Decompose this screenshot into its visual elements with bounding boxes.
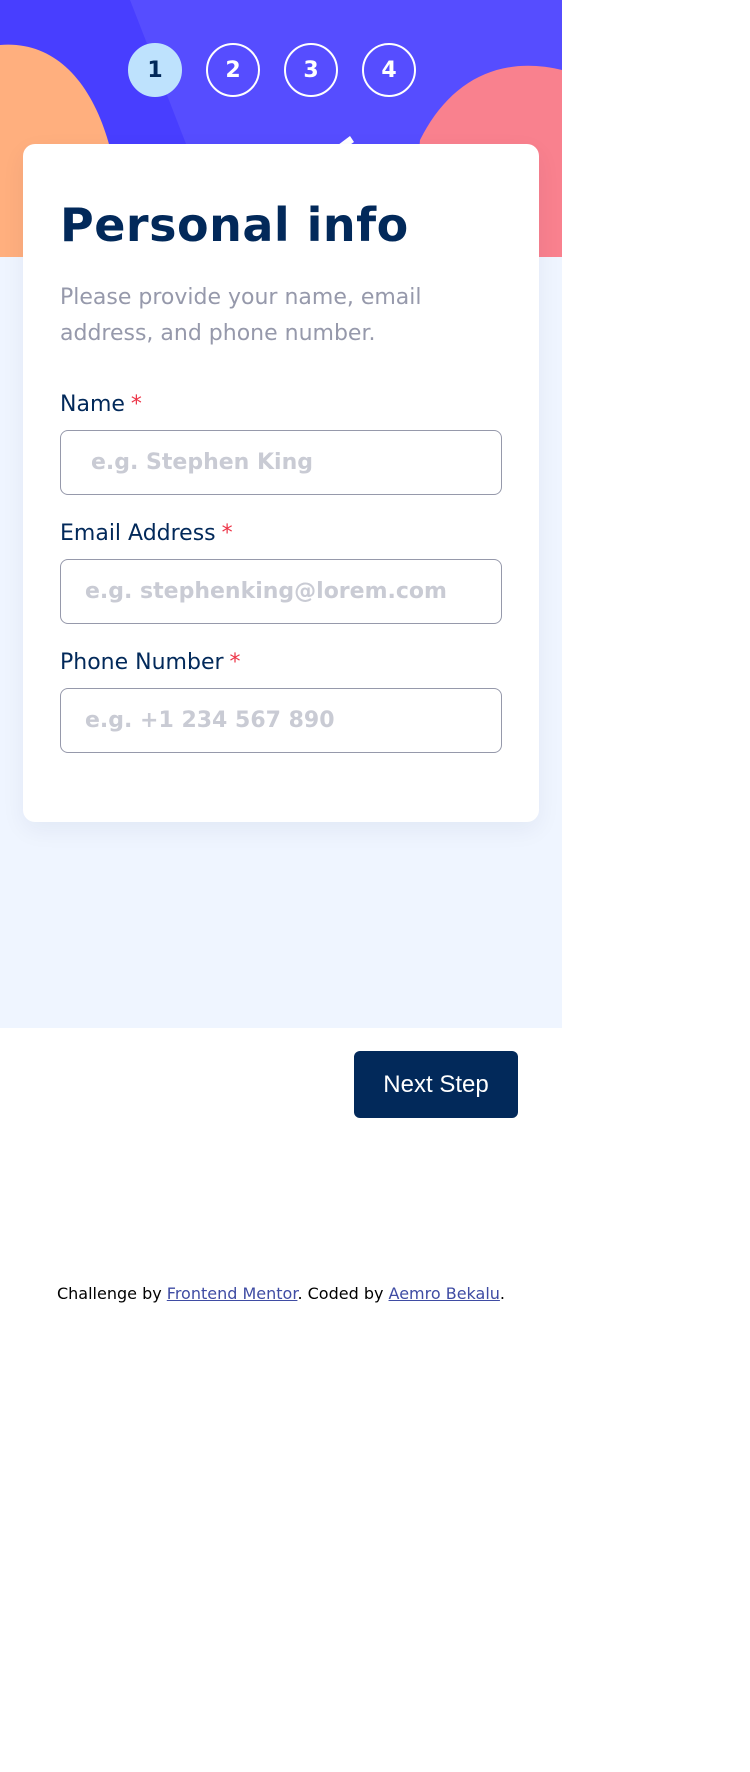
footer-prefix: Challenge by bbox=[56, 1284, 167, 1303]
page-title: Personal info bbox=[60, 198, 409, 252]
email-input[interactable] bbox=[60, 559, 502, 624]
name-field: Name * bbox=[60, 392, 502, 495]
app-container: 1 2 3 4 Personal info Please provide you… bbox=[0, 0, 562, 1028]
step-2-circle[interactable]: 2 bbox=[206, 43, 260, 97]
phone-field: Phone Number * bbox=[60, 650, 502, 753]
phone-label: Phone Number bbox=[60, 650, 224, 675]
name-label-row: Name * bbox=[60, 392, 502, 422]
phone-label-row: Phone Number * bbox=[60, 650, 502, 680]
step-indicator: 1 2 3 4 bbox=[128, 43, 416, 97]
step-3-circle[interactable]: 3 bbox=[284, 43, 338, 97]
step-1-circle[interactable]: 1 bbox=[128, 43, 182, 97]
required-mark: * bbox=[229, 650, 241, 675]
required-mark: * bbox=[130, 392, 142, 417]
phone-input[interactable] bbox=[60, 688, 502, 753]
frontend-mentor-link[interactable]: Frontend Mentor bbox=[167, 1284, 298, 1303]
form-card: Personal info Please provide your name, … bbox=[23, 144, 539, 822]
next-step-button[interactable]: Next Step bbox=[354, 1051, 518, 1118]
name-input[interactable] bbox=[60, 430, 502, 495]
name-label: Name bbox=[60, 392, 125, 417]
page-description: Please provide your name, email address,… bbox=[60, 285, 422, 346]
author-link[interactable]: Aemro Bekalu bbox=[389, 1284, 500, 1303]
footer-middle: . Coded by bbox=[297, 1284, 389, 1303]
email-label: Email Address bbox=[60, 521, 216, 546]
required-mark: * bbox=[221, 521, 233, 546]
step-4-circle[interactable]: 4 bbox=[362, 43, 416, 97]
email-label-row: Email Address * bbox=[60, 521, 502, 551]
email-field: Email Address * bbox=[60, 521, 502, 624]
footer-suffix: . bbox=[499, 1284, 506, 1303]
attribution-footer: Challenge by Frontend Mentor. Coded by A… bbox=[0, 1284, 562, 1303]
